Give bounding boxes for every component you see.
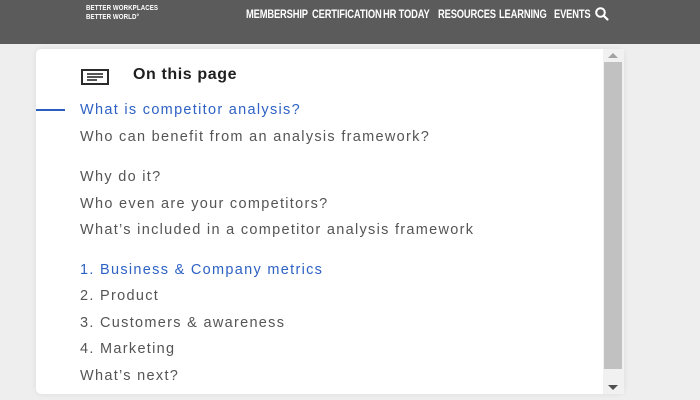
active-section-indicator [36, 109, 65, 111]
top-navigation-bar: BETTER WORKPLACES BETTER WORLD° MEMBERSH… [0, 0, 700, 44]
on-this-page-heading: On this page [133, 66, 238, 83]
toc-link-why-do-it[interactable]: Why do it? [80, 170, 550, 185]
list-icon [81, 69, 109, 85]
scroll-up-arrow-icon[interactable] [608, 53, 618, 58]
nav-events[interactable]: EVENTS [554, 6, 591, 22]
toc-link-whats-included[interactable]: What’s included in a competitor analysis… [80, 223, 550, 238]
toc-link-business-company-metrics[interactable]: 1. Business & Company metrics [80, 263, 550, 278]
scrollbar-thumb[interactable] [604, 62, 622, 369]
toc-link-product[interactable]: 2. Product [80, 289, 550, 304]
toc-link-customers-awareness[interactable]: 3. Customers & awareness [80, 316, 550, 331]
nav-membership[interactable]: MEMBERSHIP [246, 6, 308, 22]
toc-link-what-is-competitor-analysis[interactable]: What is competitor analysis? [80, 103, 550, 118]
logo-line-1: BETTER WORKPLACES [86, 3, 159, 12]
toc-link-who-can-benefit[interactable]: Who can benefit from an analysis framewo… [80, 130, 550, 145]
search-icon[interactable] [594, 6, 610, 22]
nav-learning[interactable]: LEARNING [499, 6, 547, 22]
toc-link-who-are-competitors[interactable]: Who even are your competitors? [80, 197, 550, 212]
logo-line-2: BETTER WORLD° [86, 12, 140, 21]
scroll-down-arrow-icon[interactable] [608, 385, 618, 390]
toc-link-whats-next[interactable]: What’s next? [80, 369, 550, 384]
brand-tagline-logo[interactable]: BETTER WORKPLACES BETTER WORLD° [86, 3, 158, 21]
nav-resources[interactable]: RESOURCES [438, 6, 496, 22]
nav-certification[interactable]: CERTIFICATION [312, 6, 382, 22]
nav-hr-today[interactable]: HR TODAY [383, 6, 430, 22]
toc-link-marketing[interactable]: 4. Marketing [80, 342, 550, 357]
